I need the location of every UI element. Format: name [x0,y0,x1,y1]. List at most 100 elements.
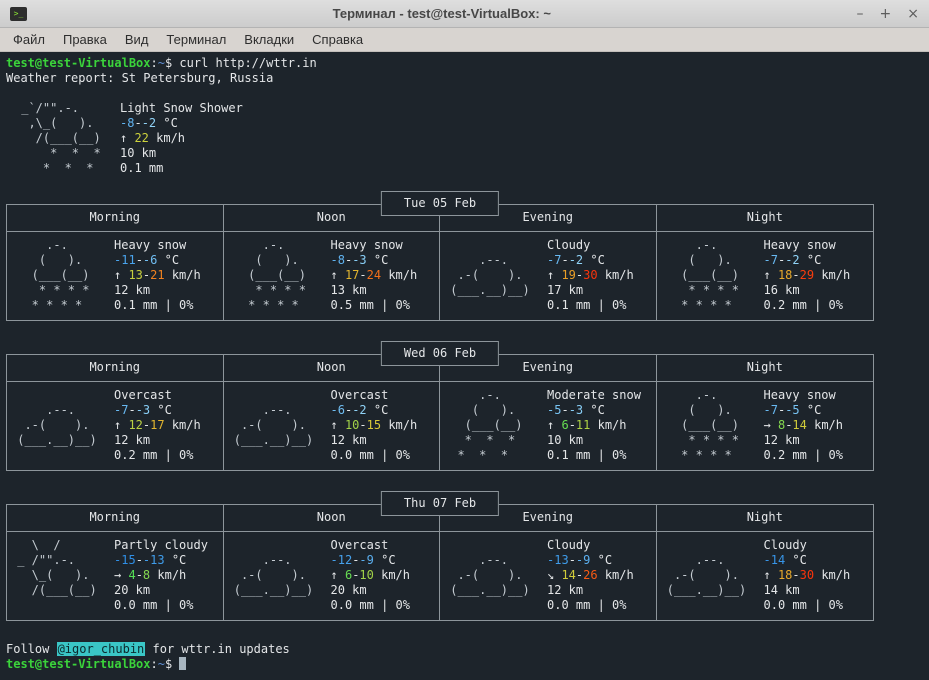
terminal-text-segment: -8 [331,253,345,267]
forecast-cell-noon: .--. .-( ). (___.__)__) Overcast-12--9 °… [224,532,441,620]
terminal-text-segment: - [569,418,576,432]
forecast-date-label: Wed 06 Feb [381,341,499,366]
weather-icon-cloudy: .--. .-( ). (___.__)__) [660,538,754,613]
period-header-morning: Morning [7,205,224,231]
titlebar[interactable]: >_ Терминал - test@test-VirtualBox: ~ – … [0,0,929,28]
terminal-text-segment: $ [165,56,179,70]
terminal-text-segment: Overcast [331,538,389,552]
current-condition-line: -8--2 °C [120,116,243,131]
terminal-text-segment: °C [165,553,187,567]
menu-terminal[interactable]: Терминал [157,30,235,49]
forecast-cell-line: ↑ 17-24 km/h [331,268,418,283]
forecast-cell-line: Heavy snow [331,238,418,253]
terminal-text-segment: ↑ [114,418,128,432]
terminal-text-segment: -7 [547,253,561,267]
terminal-window: >_ Терминал - test@test-VirtualBox: ~ – … [0,0,929,680]
terminal-text-segment: 12 km [764,433,800,447]
menu-tabs[interactable]: Вкладки [235,30,303,49]
terminal-text-segment: ↑ [114,268,128,282]
forecast-table: Tue 05 FebMorningNoonEveningNight .-. ( … [6,204,874,321]
terminal-text-segment: -3 [352,253,366,267]
weather-icon-cloudy: .--. .-( ). (___.__)__) [443,538,537,613]
terminal-cursor[interactable] [179,657,186,670]
terminal-text-segment: $ [165,657,179,671]
forecast-cell-evening: .--. .-( ). (___.__)__) Cloudy-7--2 °C↑ … [440,232,657,320]
wttr-update-link[interactable]: @igor_chubin [57,642,146,656]
terminal-text-segment: - [561,403,568,417]
forecast-body-row: .--. .-( ). (___.__)__) Overcast-7--3 °C… [7,382,873,470]
forecast-cell-lines: Heavy snow-7--2 °C↑ 18-29 km/h16 km0.2 m… [764,238,851,313]
forecast-cell-lines: Cloudy-7--2 °C↑ 19-30 km/h17 km0.1 mm | … [547,238,634,313]
terminal-text-segment: 12 km [547,583,583,597]
forecast-cell-line: Cloudy [764,538,851,553]
terminal-text-segment: °C [583,253,605,267]
terminal-body[interactable]: test@test-VirtualBox:~$ curl http://wttr… [0,52,929,680]
terminal-text-segment: °C [157,253,179,267]
terminal-text-segment: for wttr.in updates [145,642,290,656]
terminal-text-segment: 29 [800,268,814,282]
weather-icon-cloudy: .--. .-( ). (___.__)__) [443,238,537,313]
window-title: Терминал - test@test-VirtualBox: ~ [27,6,857,21]
terminal-text-segment: -9 [359,553,373,567]
terminal-text-segment: : [151,657,158,671]
terminal-text-segment: ↑ [547,418,561,432]
minimize-icon[interactable]: – [857,0,864,28]
weather-icon-heavy_snow: .-. ( ). (___(__) * * * * * * * * [10,238,104,313]
terminal-text-segment: ~ [158,657,165,671]
terminal-text-segment: Follow [6,642,57,656]
maximize-icon[interactable]: + [880,0,892,28]
terminal-text-segment: 24 [367,268,381,282]
forecast-cell-line: -5--3 °C [547,403,641,418]
forecast-cell-morning: \ / _ /"".-. \_( ). /(___(__) Partly clo… [7,532,224,620]
forecast-cell-line: 0.1 mm | 0% [114,298,201,313]
terminal-text-segment: - [136,253,143,267]
terminal-text-segment: km/h [814,568,850,582]
menu-file[interactable]: Файл [4,30,54,49]
terminal-text-segment: 12 [128,418,142,432]
terminal-text-segment: Light Snow Shower [120,101,243,115]
forecast-cell-lines: Cloudy-14 °C↑ 18-30 km/h14 km0.0 mm | 0% [764,538,851,613]
forecast-cell-line: 12 km [114,433,201,448]
forecast-cell-line: 12 km [114,283,201,298]
terminal-text-segment: ↑ [120,131,134,145]
forecast-cell-line: 12 km [331,433,418,448]
terminal-text-segment: - [792,268,799,282]
forecast-cell-line: -11--6 °C [114,253,201,268]
current-conditions: _`/"".-. ,\_( ). /(___(__) * * * * * * L… [6,101,929,176]
forecast-cell-line: Heavy snow [764,238,851,253]
terminal-text-segment: 0.1 mm | 0% [547,298,626,312]
menu-view[interactable]: Вид [116,30,158,49]
forecast-cell-lines: Moderate snow-5--3 °C↑ 6-11 km/h10 km0.1… [547,388,641,463]
close-icon[interactable]: × [907,0,919,28]
menu-help[interactable]: Справка [303,30,372,49]
forecast-table: Wed 06 FebMorningNoonEveningNight .--. .… [6,354,874,471]
terminal-text-segment: - [136,568,143,582]
forecast-cell-line: -14 °C [764,553,851,568]
terminal-text-segment: -8 [120,116,134,130]
terminal-text-segment: 15 [367,418,381,432]
forecast-cell-line: 20 km [114,583,208,598]
terminal-text-segment: -6 [331,403,345,417]
weather-icon-moderate_snow: .-. ( ). (___(__) * * * * * * [443,388,537,463]
forecast-cell-line: 14 km [764,583,851,598]
terminal-text-segment: km/h [381,268,417,282]
forecast-cell-lines: Cloudy-13--9 °C↘ 14-26 km/h12 km0.0 mm |… [547,538,634,613]
terminal-text-segment: 14 [561,568,575,582]
terminal-text-segment: -3 [569,403,583,417]
menu-edit[interactable]: Правка [54,30,116,49]
terminal-text-segment: ↑ [331,418,345,432]
weather-icon-heavy_snow: .-. ( ). (___(__) * * * * * * * * [660,238,754,313]
forecast-cell-line: ↑ 6-10 km/h [331,568,411,583]
terminal-text-segment: 18 [778,568,792,582]
terminal-text-segment: °C [374,553,396,567]
forecast-cell-lines: Partly cloudy-15--13 °C→ 4-8 km/h20 km0.… [114,538,208,613]
terminal-text-segment: ↑ [547,268,561,282]
forecast-body-row: .-. ( ). (___(__) * * * * * * * * Heavy … [7,232,873,320]
terminal-text-segment: 12 km [114,433,150,447]
weather-report-title: Weather report: St Petersburg, Russia [6,71,929,86]
forecast-cell-morning: .-. ( ). (___(__) * * * * * * * * Heavy … [7,232,224,320]
terminal-text-segment: - [128,403,135,417]
prompt-line: test@test-VirtualBox:~$ [6,657,929,672]
terminal-text-segment: - [359,268,366,282]
terminal-text-segment: → [114,568,128,582]
